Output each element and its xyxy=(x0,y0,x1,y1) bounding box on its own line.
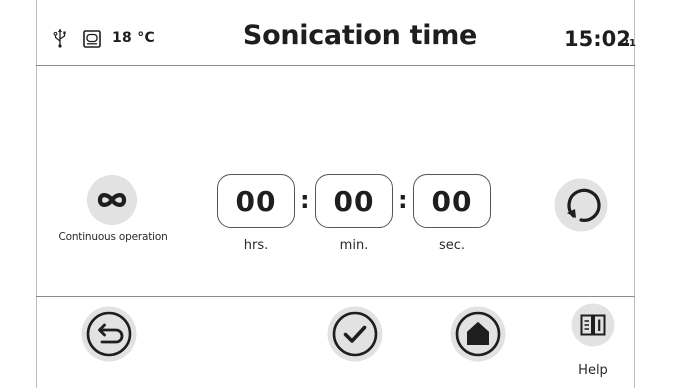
confirm-button[interactable] xyxy=(326,305,384,363)
clock-suffix: 21 xyxy=(622,38,636,49)
continuous-operation-button[interactable] xyxy=(87,175,137,225)
time-separator: : xyxy=(300,186,310,214)
minutes-field[interactable]: 00 xyxy=(315,174,393,228)
usb-icon xyxy=(53,29,66,48)
frame-right-border xyxy=(634,0,635,388)
time-separator: : xyxy=(398,186,408,214)
reset-button[interactable] xyxy=(553,177,609,233)
clock-time: 15:02 xyxy=(564,27,631,51)
minutes-label: min. xyxy=(339,238,369,253)
header-divider xyxy=(36,65,635,66)
footer-divider xyxy=(36,296,635,297)
infinity-icon xyxy=(97,193,127,207)
continuous-operation-label: Continuous operation xyxy=(58,231,168,243)
hours-label: hrs. xyxy=(243,238,269,253)
seconds-label: sec. xyxy=(438,238,466,253)
storage-icon xyxy=(83,30,101,48)
help-label: Help xyxy=(578,363,608,378)
home-button[interactable] xyxy=(449,305,507,363)
sonication-time-screen: 18 °C Sonication time 15:02 21 Continuou… xyxy=(0,0,674,388)
hours-field[interactable]: 00 xyxy=(217,174,295,228)
frame-left-border xyxy=(36,0,37,388)
help-button[interactable] xyxy=(571,303,615,347)
seconds-field[interactable]: 00 xyxy=(413,174,491,228)
page-title: Sonication time xyxy=(242,20,478,51)
temperature-readout: 18 °C xyxy=(112,30,156,46)
back-button[interactable] xyxy=(80,305,138,363)
